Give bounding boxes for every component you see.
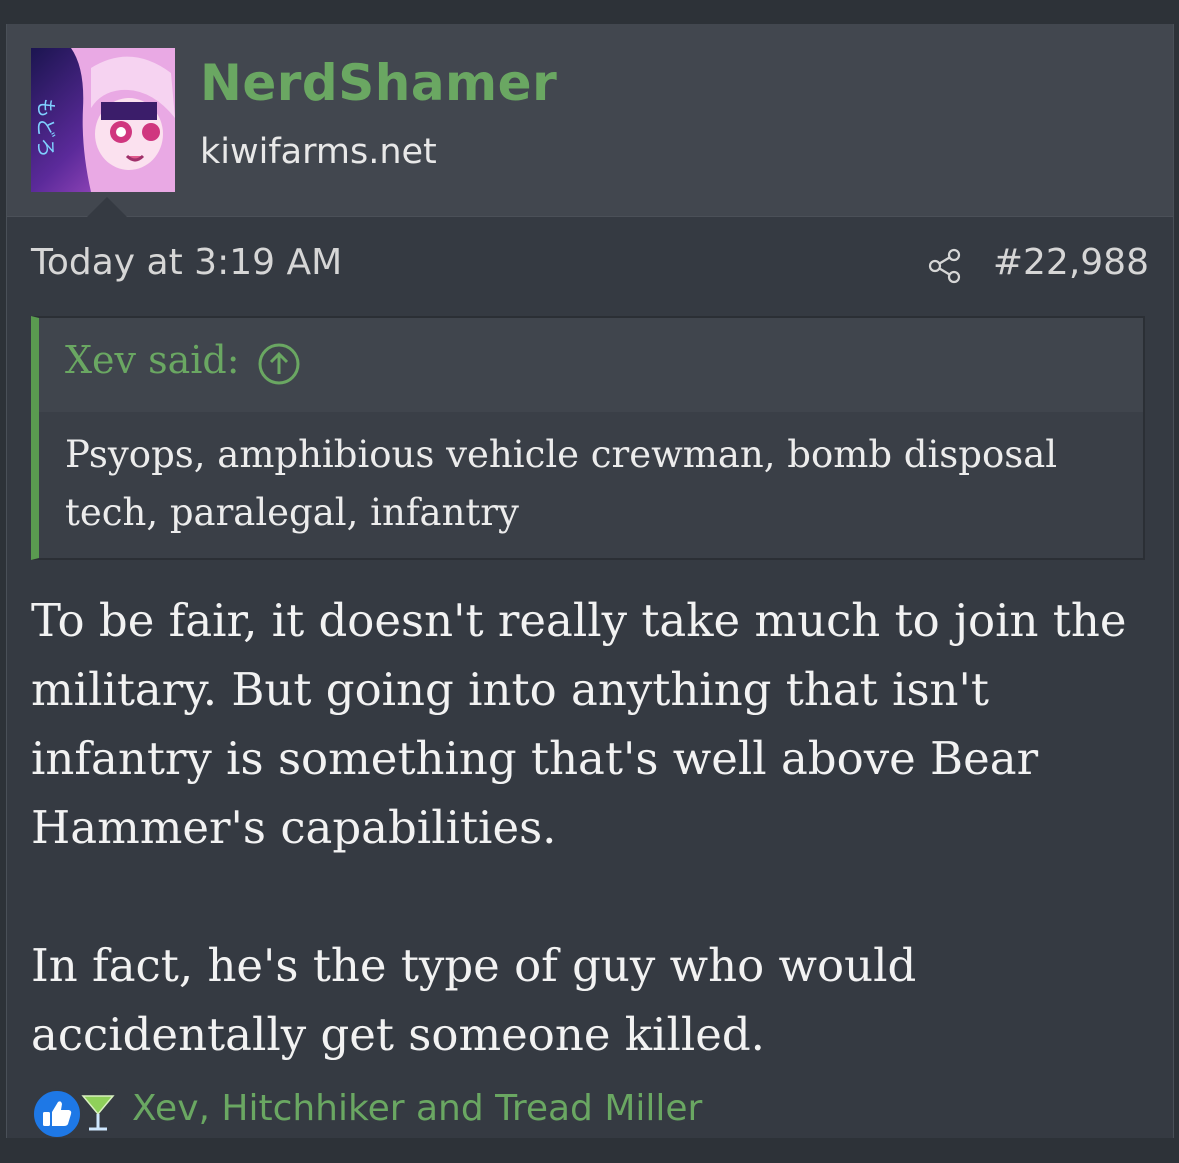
- quote-header: Xev said:: [39, 318, 1143, 412]
- quote-block: Xev said: Psyops, amphibious vehicle cre…: [31, 316, 1145, 560]
- share-icon[interactable]: [927, 248, 963, 284]
- post-message: To be fair, it doesn't really take much …: [31, 586, 1151, 1069]
- avatar[interactable]: もどろ: [31, 48, 175, 192]
- post-user-block: もどろ NerdShamer kiwifarms.net: [7, 24, 1173, 217]
- user-block-pointer: [87, 197, 127, 217]
- quote-text: Psyops, amphibious vehicle crewman, bomb…: [65, 433, 1058, 534]
- thumbs-up-icon: [31, 1088, 83, 1138]
- user-title: kiwifarms.net: [200, 132, 437, 172]
- reactions-bar[interactable]: Xev, Hitchhiker and Tread Miller: [27, 1082, 787, 1138]
- post-container: もどろ NerdShamer kiwifarms.net Today at 3:…: [6, 24, 1174, 1138]
- avatar-anime-girl-icon: もどろ: [31, 48, 175, 192]
- message-paragraph: In fact, he's the type of guy who would …: [31, 939, 917, 1061]
- post-timestamp[interactable]: Today at 3:19 AM: [31, 242, 342, 283]
- message-paragraph: To be fair, it doesn't really take much …: [31, 594, 1127, 854]
- svg-text:もどろ: もどろ: [34, 98, 58, 158]
- quote-attribution[interactable]: Xev said:: [65, 338, 240, 382]
- arrow-up-circle-icon[interactable]: [257, 342, 301, 386]
- reaction-users[interactable]: Xev, Hitchhiker and Tread Miller: [132, 1088, 702, 1129]
- post-number-link[interactable]: #22,988: [993, 242, 1149, 283]
- username[interactable]: NerdShamer: [200, 54, 557, 112]
